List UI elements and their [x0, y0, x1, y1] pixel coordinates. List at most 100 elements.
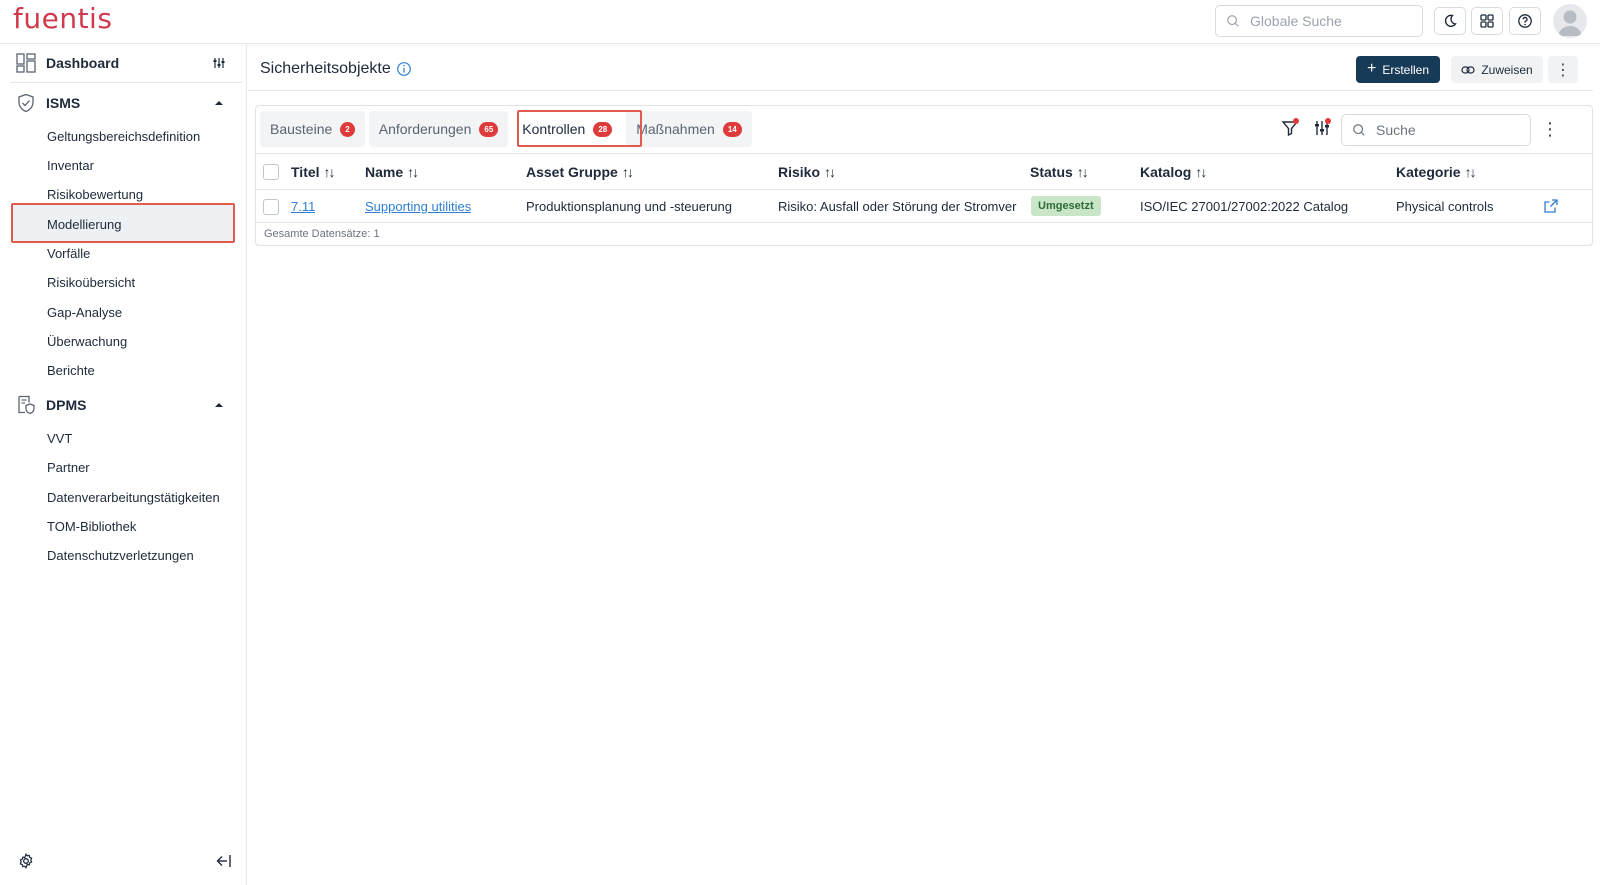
status-badge: Umgesetzt [1031, 196, 1101, 216]
shield-icon [18, 93, 34, 113]
column-label: Status [1030, 164, 1073, 180]
sidebar-item-gap-analyse[interactable]: Gap-Analyse [47, 305, 122, 320]
link-icon [1461, 65, 1475, 74]
table-more-options[interactable]: ⋮ [1541, 119, 1559, 140]
column-label: Kategorie [1396, 164, 1461, 180]
external-link-icon[interactable] [1543, 198, 1559, 214]
user-icon [1558, 10, 1582, 36]
tab-label: Bausteine [270, 121, 333, 137]
main-content: Sicherheitsobjekte + Erstellen Zuweisen … [248, 45, 1600, 885]
sort-icon[interactable]: ↑↓ [622, 164, 634, 180]
sort-icon[interactable]: ↑↓ [324, 164, 336, 180]
assign-button-label: Zuweisen [1481, 62, 1533, 77]
tab-massnahmen[interactable]: Maßnahmen 14 [626, 111, 752, 147]
row-checkbox[interactable] [263, 199, 279, 215]
sidebar-item-partner[interactable]: Partner [47, 460, 90, 475]
total-records: Gesamte Datensätze: 1 [264, 228, 380, 240]
sidebar-item-risikouebersicht[interactable]: Risikoübersicht [47, 275, 135, 290]
column-label: Titel [291, 164, 320, 180]
sidebar-isms-label: ISMS [46, 95, 81, 111]
sidebar-dashboard-label: Dashboard [46, 55, 120, 71]
row-titel-link[interactable]: 7.11 [291, 199, 315, 214]
grid-icon [1480, 14, 1494, 28]
info-icon[interactable] [396, 61, 412, 77]
collapse-left-icon [216, 855, 231, 867]
row-katalog: ISO/IEC 27001/27002:2022 Catalog [1140, 199, 1349, 214]
sliders-icon[interactable] [212, 56, 226, 70]
column-header-kategorie[interactable]: Kategorie ↑↓ [1396, 164, 1477, 180]
tab-bar: Bausteine 2 Anforderungen 65 Kontrollen … [260, 111, 756, 147]
sort-icon[interactable]: ↑↓ [824, 164, 836, 180]
column-header-risiko[interactable]: Risiko ↑↓ [778, 164, 836, 180]
tab-highlight-box [517, 110, 642, 147]
tab-label: Anforderungen [378, 121, 472, 137]
create-button-label: Erstellen [1382, 62, 1430, 77]
settings-active-dot [1325, 118, 1331, 124]
sidebar-section-dpms[interactable]: DPMS [0, 387, 240, 423]
select-all-checkbox[interactable] [263, 164, 279, 180]
dark-mode-toggle[interactable] [1434, 7, 1466, 35]
page-title: Sicherheitsobjekte [260, 60, 391, 77]
help-button[interactable] [1509, 7, 1541, 35]
sidebar-item-tom-bibliothek[interactable]: TOM-Bibliothek [47, 519, 136, 534]
row-kategorie: Physical controls [1396, 199, 1494, 214]
table-search-input[interactable] [1376, 122, 1526, 138]
sidebar-item-vorfaelle[interactable]: Vorfälle [47, 246, 90, 261]
sidebar-item-berichte[interactable]: Berichte [47, 363, 95, 378]
top-bar: fuentis [0, 0, 1600, 44]
count-badge: 2 [340, 121, 355, 137]
gear-icon [19, 853, 33, 869]
tab-bausteine[interactable]: Bausteine 2 [260, 111, 365, 147]
sort-icon[interactable]: ↑↓ [1465, 164, 1477, 180]
user-avatar[interactable] [1553, 4, 1587, 38]
row-name-link[interactable]: Supporting utilities [365, 199, 471, 214]
more-options-button[interactable]: ⋮ [1548, 56, 1578, 83]
assign-button[interactable]: Zuweisen [1451, 56, 1543, 83]
column-header-name[interactable]: Name ↑↓ [365, 164, 419, 180]
tab-anforderungen[interactable]: Anforderungen 65 [368, 111, 509, 147]
create-button[interactable]: + Erstellen [1356, 56, 1440, 83]
help-icon [1518, 14, 1532, 28]
sidebar-item-vvt[interactable]: VVT [47, 431, 72, 446]
moon-icon [1444, 14, 1457, 27]
column-label: Asset Gruppe [526, 164, 618, 180]
column-header-asset-gruppe[interactable]: Asset Gruppe ↑↓ [526, 164, 634, 180]
column-label: Risiko [778, 164, 821, 180]
sidebar-section-isms[interactable]: ISMS [0, 85, 240, 121]
fuentis-logo[interactable]: fuentis [13, 2, 112, 35]
table-row[interactable]: 7.11 Supporting utilities Produktionspla… [256, 190, 1592, 223]
column-header-katalog[interactable]: Katalog ↑↓ [1140, 164, 1207, 180]
row-asset-gruppe: Produktionsplanung und -steuerung [526, 199, 732, 214]
column-label: Name [365, 164, 404, 180]
sidebar-item-datenverarbeitungstaetigkeiten[interactable]: Datenverarbeitungstätigkeiten [47, 490, 220, 505]
global-search[interactable] [1215, 5, 1423, 37]
global-search-input[interactable] [1250, 13, 1410, 29]
chevron-up-icon[interactable] [212, 398, 226, 412]
search-icon [1353, 124, 1365, 136]
collapse-sidebar-button[interactable] [214, 851, 234, 871]
column-header-status[interactable]: Status ↑↓ [1030, 164, 1089, 180]
sidebar-item-datenschutzverletzungen[interactable]: Datenschutzverletzungen [47, 548, 194, 563]
highlight-box [11, 203, 235, 243]
column-header-titel[interactable]: Titel ↑↓ [291, 164, 336, 180]
sidebar-item-ueberwachung[interactable]: Überwachung [47, 334, 127, 349]
row-risiko: Risiko: Ausfall oder Störung der Stromve… [778, 199, 1017, 214]
dashboard-icon [16, 53, 36, 73]
sort-icon[interactable]: ↑↓ [407, 164, 419, 180]
sort-icon[interactable]: ↑↓ [1077, 164, 1089, 180]
title-divider [248, 90, 1593, 91]
table-header: Titel ↑↓ Name ↑↓ Asset Gruppe ↑↓ Risiko ↑↓ S… [256, 153, 1592, 190]
sidebar-item-geltungsbereichsdefinition[interactable]: Geltungsbereichsdefinition [47, 129, 200, 144]
sidebar-divider [10, 82, 242, 83]
sidebar-item-inventar[interactable]: Inventar [47, 158, 94, 173]
apps-button[interactable] [1471, 7, 1503, 35]
sidebar-item-risikobewertung[interactable]: Risikobewertung [47, 187, 143, 202]
count-badge: 14 [722, 121, 742, 137]
sidebar-dashboard[interactable]: Dashboard [0, 45, 240, 81]
table-search[interactable] [1341, 114, 1531, 146]
chevron-up-icon[interactable] [212, 96, 226, 110]
settings-button[interactable] [16, 851, 36, 871]
sidebar: Dashboard ISMS Geltungsbereichsdefinitio… [0, 45, 247, 885]
sort-icon[interactable]: ↑↓ [1195, 164, 1207, 180]
privacy-document-icon [18, 395, 35, 415]
